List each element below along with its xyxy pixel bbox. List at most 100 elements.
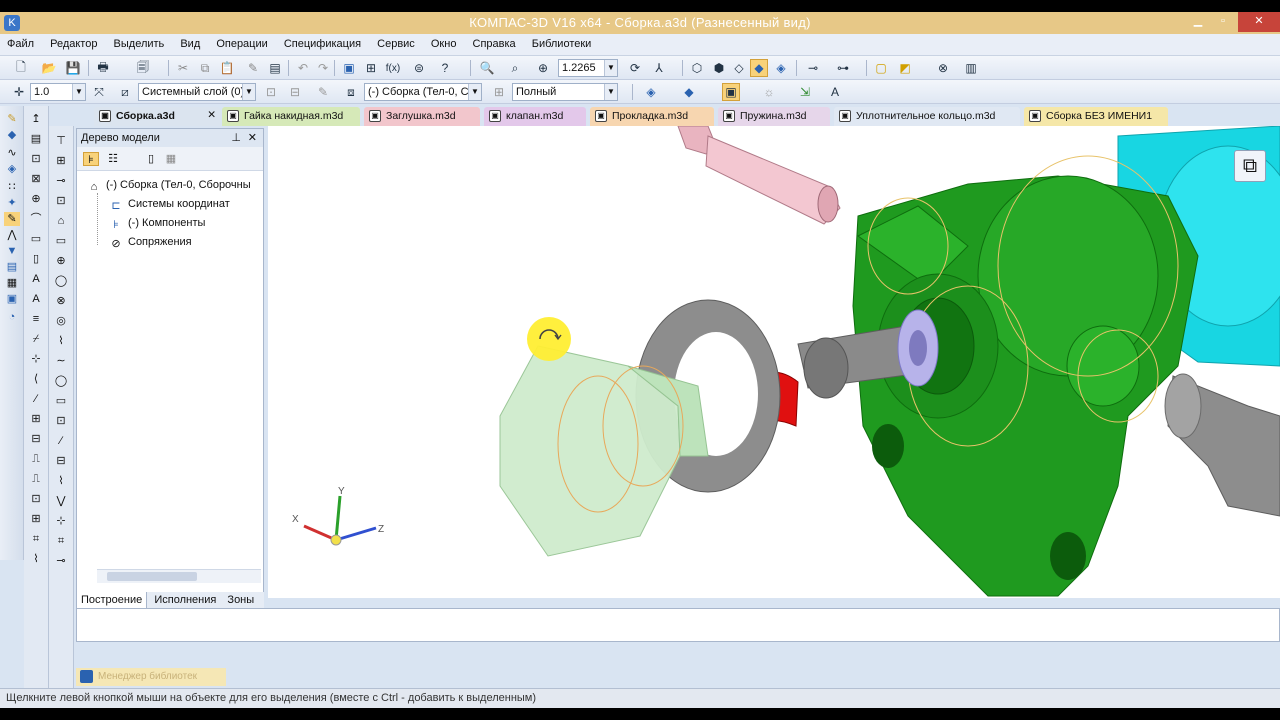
properties-icon[interactable]: ▤ bbox=[266, 59, 284, 77]
report-icon[interactable]: ▥ bbox=[962, 59, 980, 77]
tool-icon[interactable]: ⌇ bbox=[28, 552, 44, 566]
tab-nut[interactable]: ▣ Гайка накидная.m3d bbox=[222, 107, 360, 126]
tool-icon[interactable]: ⊟ bbox=[53, 454, 69, 468]
tool-icon[interactable]: ⊞ bbox=[28, 412, 44, 426]
close-panel-icon[interactable]: ✕ bbox=[248, 131, 257, 144]
library-manager-tab[interactable]: Менеджер библиотек bbox=[76, 668, 226, 686]
menu-edit[interactable]: Редактор bbox=[43, 34, 103, 50]
variables-icon[interactable]: ⊞ bbox=[362, 59, 380, 77]
tool-icon[interactable]: ▭ bbox=[53, 394, 69, 408]
tree-scrollbar[interactable] bbox=[97, 569, 261, 583]
aux-geometry-icon[interactable]: ✦ bbox=[4, 196, 20, 210]
wireframe-icon[interactable]: ⬡ bbox=[688, 59, 706, 77]
menu-help[interactable]: Справка bbox=[466, 34, 522, 50]
tool-icon[interactable]: ⊡ bbox=[28, 492, 44, 506]
help-pointer-icon[interactable]: ? bbox=[436, 59, 454, 77]
menu-window[interactable]: Окно bbox=[424, 34, 463, 50]
hidden-lines-icon[interactable]: ⬢ bbox=[710, 59, 728, 77]
tool-icon[interactable]: ⊹ bbox=[28, 352, 44, 366]
sketch-icon[interactable]: ◆ bbox=[4, 128, 20, 142]
tool-icon[interactable]: ∼ bbox=[53, 354, 69, 368]
exploded-assembly-view[interactable]: Y Z X bbox=[268, 126, 1280, 598]
tab-gasket[interactable]: ▣ Прокладка.m3d bbox=[590, 107, 714, 126]
chevron-down-icon[interactable]: ▼ bbox=[242, 84, 255, 100]
chevron-down-icon[interactable]: ▼ bbox=[468, 84, 481, 100]
tool-icon[interactable]: ⊕ bbox=[28, 192, 44, 206]
layer-icon[interactable]: ⧄ bbox=[116, 83, 134, 101]
tree-item-coordinate-systems[interactable]: ⊏ Системы координат bbox=[109, 198, 229, 213]
text-style-icon[interactable]: A bbox=[826, 83, 844, 101]
tool-icon[interactable]: ◯ bbox=[53, 274, 69, 288]
tool-icon[interactable]: ◎ bbox=[53, 314, 69, 328]
tree-filter-icon[interactable]: ▯ bbox=[143, 152, 159, 166]
step-combo[interactable]: 1.0 ▼ bbox=[30, 83, 86, 101]
chevron-down-icon[interactable]: ▼ bbox=[604, 60, 617, 76]
tab-construction[interactable]: Построение bbox=[76, 592, 148, 609]
orientation-icon[interactable]: ⅄ bbox=[650, 59, 668, 77]
menu-file[interactable]: Файл bbox=[0, 34, 40, 50]
tool-icon[interactable]: ⌇ bbox=[53, 334, 69, 348]
color-icon[interactable]: ◆ bbox=[680, 83, 698, 101]
tree-item-mates[interactable]: ⊘ Сопряжения bbox=[109, 236, 191, 251]
tool-icon[interactable]: ⌒ bbox=[28, 212, 44, 226]
tool-icon[interactable]: ◯ bbox=[53, 374, 69, 388]
print-icon[interactable]: 🖶 bbox=[94, 59, 112, 77]
tool-icon[interactable]: ⋁ bbox=[53, 494, 69, 508]
new-file-icon[interactable]: 🗋 bbox=[12, 59, 30, 77]
rotate-icon[interactable]: ⟳ bbox=[626, 59, 644, 77]
thin-hidden-icon[interactable]: ◇ bbox=[730, 59, 748, 77]
piping-icon[interactable]: ◔ bbox=[4, 310, 20, 324]
select-filter-icon[interactable]: ⊶ bbox=[834, 59, 852, 77]
tool-icon[interactable]: ▭ bbox=[53, 234, 69, 248]
menu-libraries[interactable]: Библиотеки bbox=[525, 34, 598, 50]
edit-mode-icon[interactable]: ✎ bbox=[4, 112, 20, 126]
report-icon[interactable]: ▦ bbox=[4, 276, 20, 290]
tab-versions[interactable]: Исполнения bbox=[150, 592, 220, 608]
tool-icon[interactable]: ⊤ bbox=[53, 134, 69, 148]
menu-operations[interactable]: Операции bbox=[209, 34, 273, 50]
filter-icon[interactable]: ⊸ bbox=[804, 59, 822, 77]
tab-valve[interactable]: ▣ клапан.m3d bbox=[484, 107, 586, 126]
tab-zones[interactable]: Зоны bbox=[223, 592, 258, 608]
shaded-icon[interactable]: ◆ bbox=[750, 59, 768, 77]
calculator-icon[interactable]: ⊜ bbox=[410, 59, 428, 77]
format-painter-icon[interactable]: ✎ bbox=[244, 59, 262, 77]
zoom-combo[interactable]: 1.2265 ▼ bbox=[558, 59, 618, 77]
light-icon[interactable]: ☼ bbox=[760, 83, 778, 101]
tool-icon[interactable]: ⌿ bbox=[28, 332, 44, 346]
chevron-down-icon[interactable]: ▼ bbox=[604, 84, 617, 100]
tool-icon[interactable]: ⊞ bbox=[53, 154, 69, 168]
close-tab-icon[interactable]: ✕ bbox=[207, 109, 216, 121]
tree-settings-icon[interactable]: ▦ bbox=[163, 152, 179, 166]
libraries-icon[interactable]: ▣ bbox=[4, 292, 20, 306]
dimension-icon[interactable]: ⋀ bbox=[4, 228, 20, 242]
tool-icon[interactable]: ⊸ bbox=[53, 554, 69, 568]
tab-spring[interactable]: ▣ Пружина.m3d bbox=[718, 107, 830, 126]
display-settings-icon[interactable]: ▣ bbox=[722, 83, 740, 101]
tool-icon[interactable]: ⎍ bbox=[28, 472, 44, 486]
tree-item-components[interactable]: ⊧ (-) Компоненты bbox=[109, 217, 205, 232]
tree-item-assembly[interactable]: ⌂ (-) Сборка (Тел-0, Сборочны bbox=[87, 179, 251, 194]
tool-icon[interactable]: ⊹ bbox=[53, 514, 69, 528]
tree-view-mode-icon[interactable]: ☷ bbox=[105, 152, 121, 166]
export-icon[interactable]: ⇲ bbox=[796, 83, 814, 101]
tab-plug[interactable]: ▣ Заглушка.m3d bbox=[364, 107, 480, 126]
menu-service[interactable]: Сервис bbox=[370, 34, 421, 50]
menu-view[interactable]: Вид bbox=[173, 34, 206, 50]
tool-icon[interactable]: ⊡ bbox=[53, 194, 69, 208]
cut-icon[interactable]: ✂ bbox=[174, 59, 192, 77]
tool-icon[interactable]: ≡ bbox=[28, 312, 44, 326]
layer-props-icon[interactable]: ⊡ bbox=[262, 83, 280, 101]
state-icon[interactable]: ⊞ bbox=[490, 83, 508, 101]
tool-icon[interactable]: ⊡ bbox=[53, 414, 69, 428]
tool-icon[interactable]: ⌂ bbox=[53, 214, 69, 228]
close-icon[interactable]: ✕ bbox=[1238, 12, 1280, 32]
tool-icon[interactable]: ⊗ bbox=[53, 294, 69, 308]
surface-icon[interactable]: ◈ bbox=[4, 162, 20, 176]
section-icon[interactable]: ⊗ bbox=[934, 59, 952, 77]
layer-tools-icon[interactable]: ⊟ bbox=[286, 83, 304, 101]
tab-oring[interactable]: ▣ Уплотнительное кольцо.m3d bbox=[834, 107, 1020, 126]
tool-icon[interactable]: ⎍ bbox=[28, 452, 44, 466]
menu-select[interactable]: Выделить bbox=[107, 34, 171, 50]
paste-icon[interactable]: 📋 bbox=[218, 59, 236, 77]
